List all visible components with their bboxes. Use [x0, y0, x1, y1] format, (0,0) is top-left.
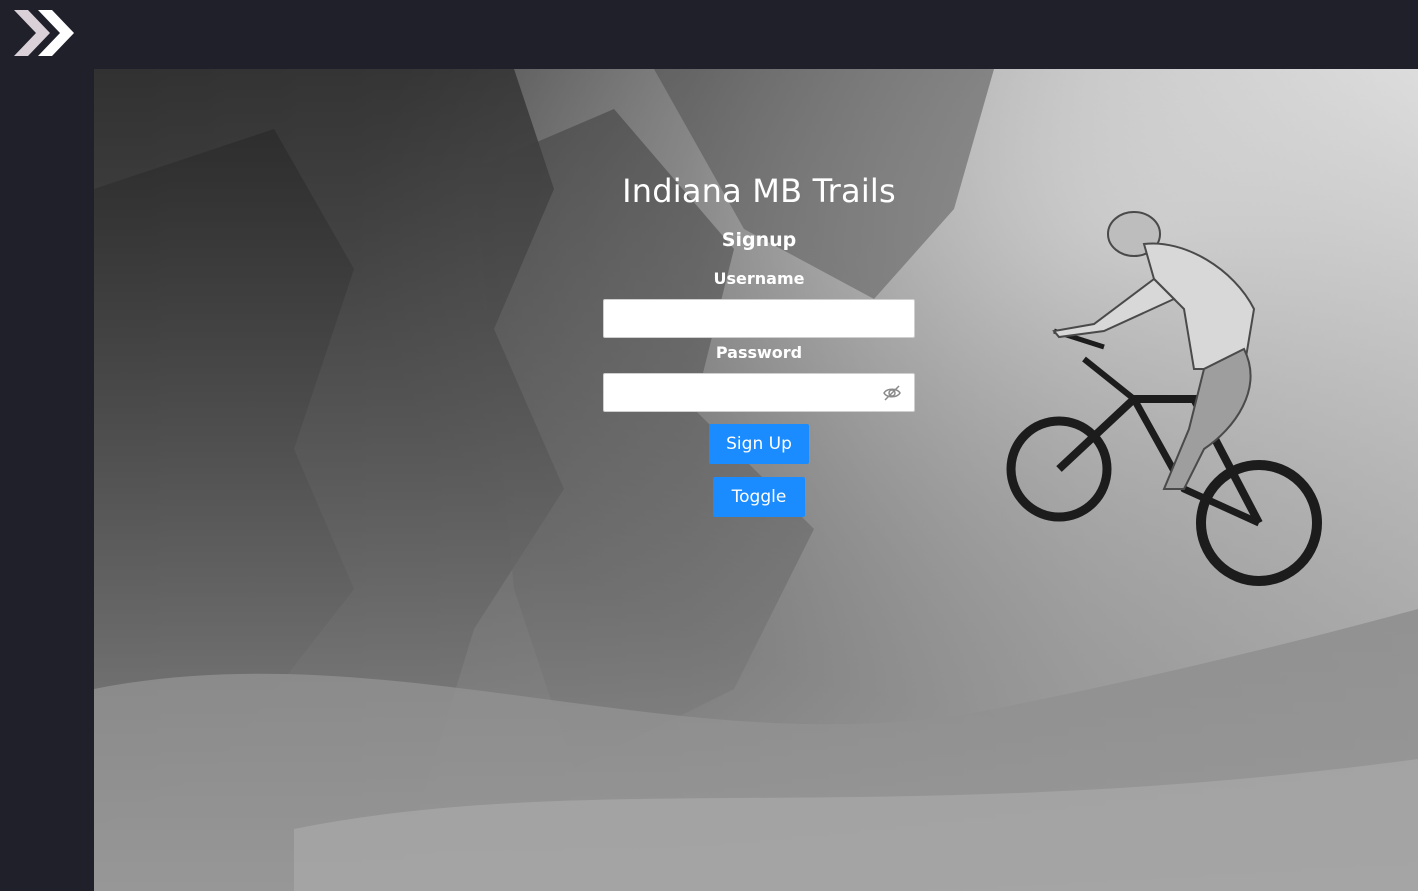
form-heading: Signup	[721, 229, 797, 251]
sign-up-button[interactable]: Sign Up	[709, 424, 809, 464]
hero-background: Indiana MB Trails Signup Username Passwo…	[94, 69, 1418, 891]
password-label: Password	[715, 343, 803, 362]
top-bar	[0, 0, 1418, 69]
double-chevron-right-icon[interactable]	[6, 4, 82, 62]
app-title: Indiana MB Trails	[622, 172, 896, 210]
username-label: Username	[713, 269, 805, 288]
eye-off-icon[interactable]	[882, 383, 902, 403]
password-field-wrapper	[603, 373, 915, 412]
password-input[interactable]	[604, 374, 914, 411]
username-input[interactable]	[604, 300, 914, 337]
sidebar	[0, 69, 94, 891]
username-field-wrapper	[603, 299, 915, 338]
toggle-button[interactable]: Toggle	[713, 477, 805, 517]
app-root: Indiana MB Trails Signup Username Passwo…	[0, 0, 1418, 891]
signup-form: Indiana MB Trails Signup Username Passwo…	[603, 164, 915, 517]
